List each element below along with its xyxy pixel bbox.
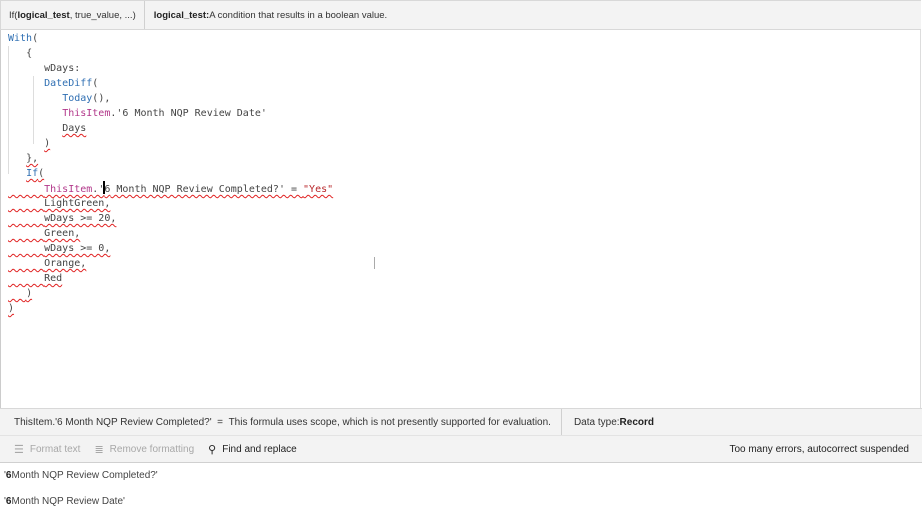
search-icon: ⚲ xyxy=(208,443,217,456)
text-cursor-icon xyxy=(374,257,376,269)
code-token: If xyxy=(26,168,39,179)
autocorrect-status: Too many errors, autocorrect suspended xyxy=(729,443,909,455)
evaluation-result: ThisItem.'6 Month NQP Review Completed?'… xyxy=(0,409,562,436)
formula-editor[interactable]: With( { wDays: DateDiff( Today(), ThisIt… xyxy=(0,30,921,408)
format-text-label: Format text xyxy=(29,443,81,455)
code-line: }, xyxy=(8,151,333,166)
code-line: wDays >= 0, xyxy=(8,241,333,256)
suggestion-rest: Month NQP Review Completed?' xyxy=(11,469,158,481)
formula-result-bar: ThisItem.'6 Month NQP Review Completed?'… xyxy=(0,408,922,436)
signature-help-bar: If(logical_test, true_value, ...) logica… xyxy=(0,0,921,30)
code-line: Orange, xyxy=(8,256,333,271)
code-token: LightGreen, xyxy=(44,198,111,209)
code-token: "Yes" xyxy=(303,184,334,195)
find-replace-label: Find and replace xyxy=(222,443,297,455)
code-line: Red xyxy=(8,271,333,286)
code-token: DateDiff xyxy=(44,78,93,89)
code-token: Days xyxy=(62,123,87,134)
data-type-label: Data type: xyxy=(573,417,620,428)
code-token: (), xyxy=(92,93,111,104)
code-token: }, xyxy=(26,153,39,164)
param-text: A condition that results in a boolean va… xyxy=(209,9,388,21)
sig-current-param: logical_test xyxy=(17,9,70,21)
sig-fn: If( xyxy=(9,9,18,21)
code-token: wDays: xyxy=(44,63,81,74)
data-type-value: Record xyxy=(619,417,654,428)
code-line: ) xyxy=(8,301,333,316)
code-token: ( xyxy=(92,78,99,89)
code-token: { xyxy=(26,48,33,59)
code-line: ThisItem.'6 Month NQP Review Date' xyxy=(8,106,333,121)
code-line: ) xyxy=(8,286,333,301)
code-area[interactable]: With( { wDays: DateDiff( Today(), ThisIt… xyxy=(8,31,333,316)
code-token: wDays >= 20, xyxy=(44,213,117,224)
code-line: ) xyxy=(8,136,333,151)
code-token: ) xyxy=(26,288,33,299)
code-line: wDays >= 20, xyxy=(8,211,333,226)
param-name: logical_test: xyxy=(153,9,210,21)
code-token: ( xyxy=(32,33,39,44)
code-line: Days xyxy=(8,121,333,136)
code-line: LightGreen, xyxy=(8,196,333,211)
code-token: .'6 Month NQP Review Date' xyxy=(110,108,267,119)
code-token: Month NQP Review Completed?' = xyxy=(110,184,304,195)
remove-formatting-label: Remove formatting xyxy=(109,443,195,455)
code-line: With( xyxy=(8,31,333,46)
suggestion-rest: Month NQP Review Date' xyxy=(11,495,125,507)
code-token: With xyxy=(8,33,33,44)
sig-rest: , true_value, ...) xyxy=(69,9,136,21)
remove-formatting-icon: ≣ xyxy=(94,443,104,456)
code-token: ThisItem xyxy=(44,184,93,195)
result-expression: ThisItem.'6 Month NQP Review Completed?' xyxy=(14,417,212,428)
code-token: Orange, xyxy=(44,258,87,269)
function-signature: If(logical_test, true_value, ...) xyxy=(1,1,145,29)
code-line: Today(), xyxy=(8,91,333,106)
code-line: { xyxy=(8,46,333,61)
code-line: ThisItem.'6 Month NQP Review Completed?'… xyxy=(8,181,333,196)
format-text-button[interactable]: ☰ Format text xyxy=(14,443,80,456)
code-token: ThisItem xyxy=(62,108,111,119)
code-token: Today xyxy=(62,93,93,104)
code-line: If( xyxy=(8,166,333,181)
code-line: wDays: xyxy=(8,61,333,76)
formula-toolbar: ☰ Format text ≣ Remove formatting ⚲ Find an… xyxy=(0,435,922,463)
result-message: This formula uses scope, which is not pr… xyxy=(228,417,551,428)
suggestion-item[interactable]: ' 6 Month NQP Review Completed?' xyxy=(0,462,922,488)
code-token: ( xyxy=(38,168,45,179)
suggestion-item[interactable]: ' 6 Month NQP Review Date' xyxy=(0,488,922,514)
param-description: logical_test: A condition that results i… xyxy=(145,1,396,29)
code-token: Red xyxy=(44,273,63,284)
code-token: ) xyxy=(44,138,51,149)
code-token: wDays >= 0, xyxy=(44,243,111,254)
result-equals: = xyxy=(211,417,229,428)
code-line: Green, xyxy=(8,226,333,241)
format-text-icon: ☰ xyxy=(14,443,24,456)
code-line: DateDiff( xyxy=(8,76,333,91)
code-token: ) xyxy=(8,303,15,314)
code-token: Green, xyxy=(44,228,81,239)
remove-formatting-button[interactable]: ≣ Remove formatting xyxy=(94,443,194,456)
find-replace-button[interactable]: ⚲ Find and replace xyxy=(208,443,297,456)
data-type: Data type: Record xyxy=(562,409,666,436)
